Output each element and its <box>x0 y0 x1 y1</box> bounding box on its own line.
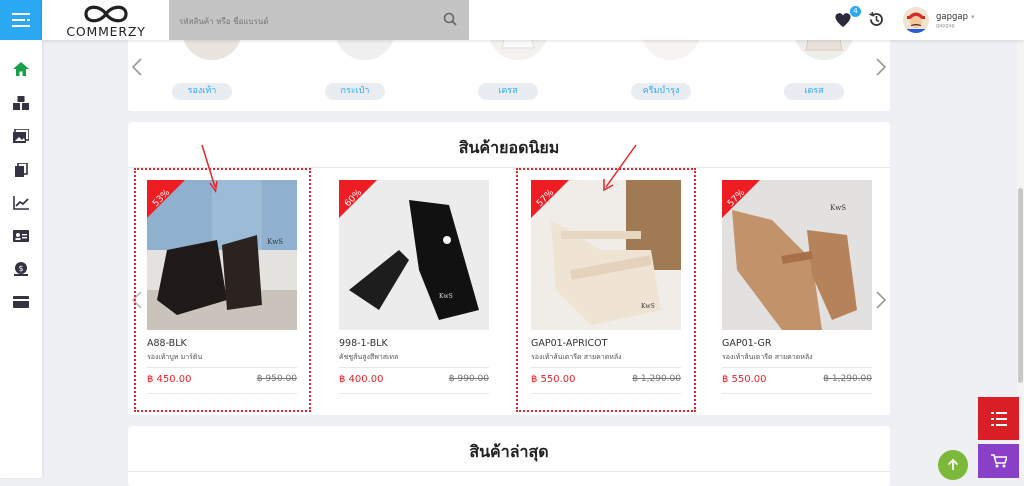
floating-cart-button[interactable] <box>978 444 1019 478</box>
product-name[interactable]: คัชชูส้นสูงสีพาสเทล <box>339 352 398 363</box>
product-image[interactable]: KwS 57% <box>722 180 872 330</box>
divider <box>339 367 489 368</box>
home-icon[interactable] <box>13 62 29 76</box>
annotation-arrow-icon <box>201 144 218 193</box>
product-image[interactable]: KwS 60% <box>339 180 489 330</box>
svg-text:KwS: KwS <box>830 204 846 212</box>
divider <box>339 393 489 394</box>
divider <box>128 471 890 472</box>
user-name[interactable]: gapgap <box>936 12 968 22</box>
section-title: สินค้าล่าสุด <box>469 442 549 461</box>
top-bar: COMMERZY 4 gapgap gapgap ▾ <box>42 0 1024 40</box>
product-card[interactable]: KwS 57% GAP01-GR รองเท้าส้นเตารีด สายคาด… <box>722 180 872 394</box>
list-icon <box>990 411 1007 426</box>
infinity-logo-icon <box>84 5 128 23</box>
search-bar[interactable] <box>169 0 469 40</box>
category-label[interactable]: กระเป๋า <box>325 83 385 100</box>
menu-icon <box>12 13 30 27</box>
category-label[interactable]: รองเท้า <box>172 83 232 100</box>
product-price: ฿ 550.00 <box>722 374 767 385</box>
brand-logo[interactable]: COMMERZY <box>56 3 156 39</box>
user-role: gapgap <box>936 23 955 29</box>
wishlist-count-badge: 4 <box>850 6 861 17</box>
annotation-arrow-icon <box>603 144 637 192</box>
brand-name: COMMERZY <box>66 24 146 39</box>
cart-icon <box>990 454 1007 468</box>
product-sku[interactable]: GAP01-GR <box>722 338 771 349</box>
section-title: สินค้ายอดนิยม <box>458 138 560 157</box>
sidebar: $ <box>0 0 42 478</box>
svg-text:$: $ <box>18 264 23 273</box>
search-input[interactable] <box>177 12 421 30</box>
product-name[interactable]: รองเท้าส้นเตารีด สายคาดหลัง <box>722 352 813 363</box>
search-icon[interactable] <box>443 12 457 26</box>
floating-list-button[interactable] <box>978 397 1019 440</box>
category-label[interactable]: เดรส <box>784 83 844 100</box>
product-sku[interactable]: 998-1-BLK <box>339 338 388 349</box>
product-old-price: ฿ 1,290.00 <box>823 374 872 384</box>
product-price: ฿ 400.00 <box>339 374 384 385</box>
history-icon[interactable] <box>868 11 885 28</box>
svg-text:KwS: KwS <box>439 293 453 300</box>
product-card[interactable]: KwS 60% 998-1-BLK คัชชูส้นสูงสีพาสเทล ฿ … <box>339 180 489 394</box>
category-label[interactable]: เดรส <box>478 83 538 100</box>
boxes-icon[interactable] <box>13 96 29 110</box>
scrollbar-thumb[interactable] <box>1018 188 1023 383</box>
product-old-price: ฿ 990.00 <box>448 374 489 384</box>
highlight-box <box>134 168 311 412</box>
chevron-down-icon[interactable]: ▾ <box>971 13 975 21</box>
divider <box>722 367 872 368</box>
chevron-left-icon[interactable] <box>130 57 144 77</box>
chevron-right-icon[interactable] <box>874 290 888 310</box>
gallery-icon[interactable] <box>13 129 29 143</box>
user-avatar[interactable] <box>903 7 929 33</box>
arrow-up-icon <box>947 459 959 470</box>
copy-icon[interactable] <box>13 163 29 177</box>
id-card-icon[interactable] <box>13 229 29 243</box>
heart-icon[interactable] <box>834 12 852 28</box>
menu-toggle-button[interactable] <box>0 0 42 40</box>
credit-card-icon[interactable] <box>13 295 29 309</box>
back-to-top-button[interactable] <box>938 450 968 480</box>
latest-products-card: สินค้าล่าสุด <box>128 426 890 486</box>
highlight-box <box>516 168 696 412</box>
category-label[interactable]: ครีมบำรุง <box>631 83 691 100</box>
divider <box>722 393 872 394</box>
chart-icon[interactable] <box>13 196 29 210</box>
money-icon[interactable]: $ <box>13 262 29 276</box>
